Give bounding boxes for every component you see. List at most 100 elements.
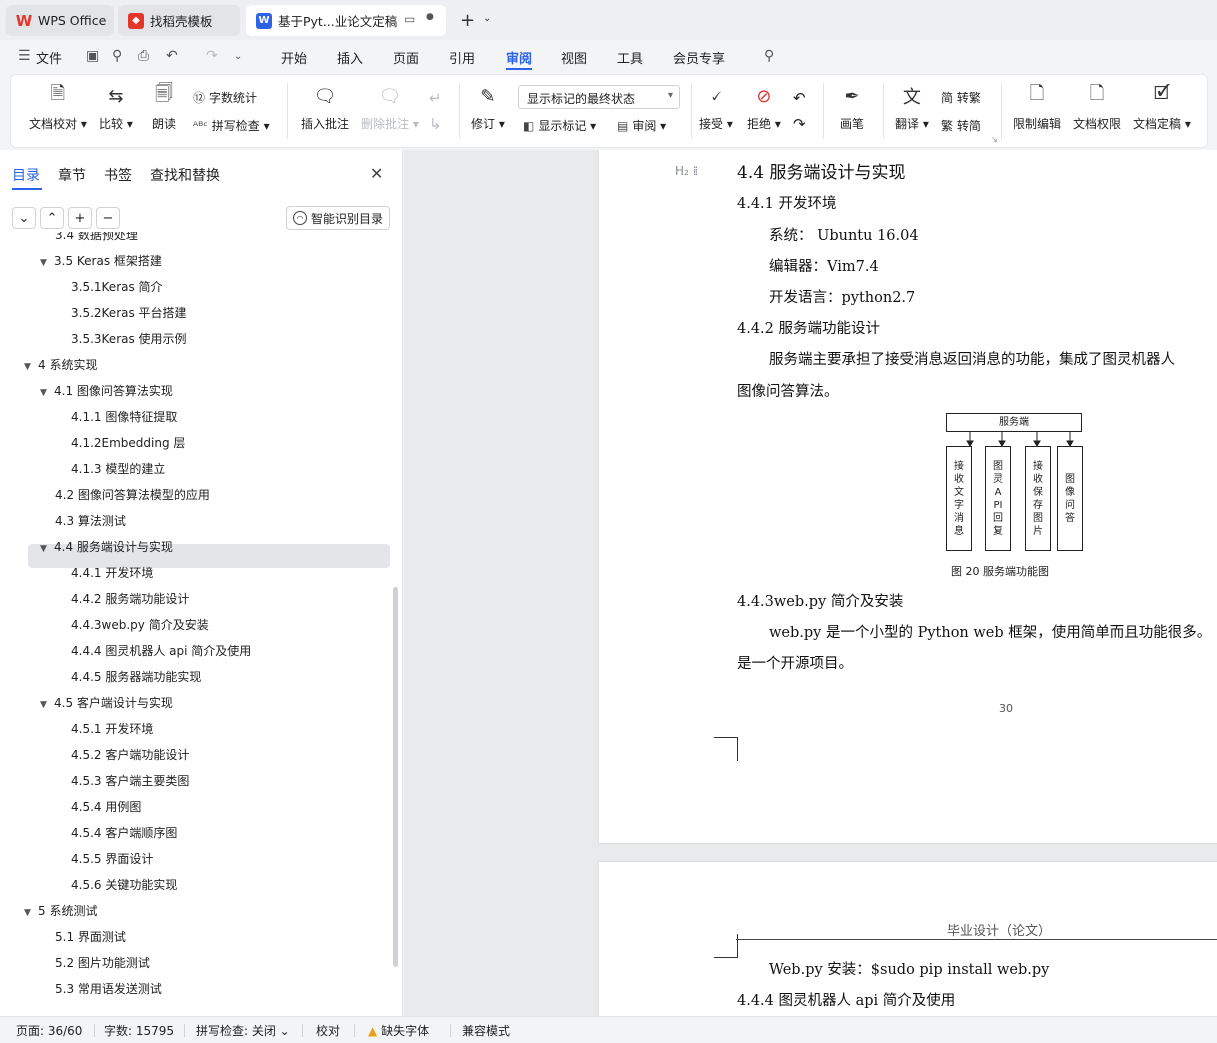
spell-check-button[interactable]: ᴬᴮᶜ 拼写检查 ▾ xyxy=(193,117,270,134)
toc-item[interactable]: 4.1.1 图像特征提取 xyxy=(71,406,177,428)
toc-item[interactable]: 3.5.3Keras 使用示例 xyxy=(71,328,187,350)
undo-icon[interactable]: ↶ xyxy=(166,48,178,64)
show-marks-button[interactable]: ◧ 显示标记 ▾ xyxy=(523,117,596,134)
delete-comment-button[interactable]: 🗨 删除批注 ▾ xyxy=(361,83,419,132)
menu-member[interactable]: 会员专享 xyxy=(673,48,725,67)
proofread-status[interactable]: 校对 xyxy=(316,1022,340,1039)
hamburger-icon[interactable]: ☰ xyxy=(18,48,31,64)
review-pane-button[interactable]: ▤ 审阅 ▾ xyxy=(617,117,666,134)
search-icon[interactable]: ⚲ xyxy=(764,48,774,64)
expand-arrow-icon[interactable]: ▼ xyxy=(40,694,54,716)
toc-item[interactable]: ▼ 4.5 客户端设计与实现 xyxy=(40,692,173,714)
tab-daoke-templates[interactable]: ◆ 找稻壳模板 xyxy=(118,5,240,36)
expand-arrow-icon[interactable]: ▼ xyxy=(40,252,54,274)
doc-permission-button[interactable]: 🗋 文档权限 xyxy=(1073,83,1121,132)
collapse-up-button[interactable]: ⌃ xyxy=(40,207,64,229)
insert-comment-button[interactable]: 🗨 插入批注 xyxy=(301,83,349,132)
toc-item[interactable]: 3.4 数据预处理 xyxy=(55,232,138,246)
menu-tools[interactable]: 工具 xyxy=(617,48,643,67)
expand-down-button[interactable]: ⌄ xyxy=(12,207,36,229)
next-change-icon[interactable]: ↷ xyxy=(793,115,806,133)
toc-item[interactable]: 4.4.1 开发环境 xyxy=(71,562,153,584)
tab-document[interactable]: W 基于Pyt...业论文定稿 ▭ ● xyxy=(246,5,446,36)
menu-reference[interactable]: 引用 xyxy=(449,48,475,67)
toc-item[interactable]: ▼ 4.4 服务端设计与实现 xyxy=(40,536,173,558)
toc-item[interactable]: 5.3 常用语发送测试 xyxy=(55,978,162,1000)
tab-dot-icon[interactable]: ● xyxy=(426,12,434,22)
restrict-edit-button[interactable]: 🗋 限制编辑 xyxy=(1013,83,1061,132)
expand-arrow-icon[interactable]: ▼ xyxy=(40,382,54,404)
toc-item[interactable]: 4.1.2Embedding 层 xyxy=(71,432,185,454)
tab-find-replace[interactable]: 查找和替换 xyxy=(150,165,220,185)
toc-item[interactable]: 4.4.3web.py 简介及安装 xyxy=(71,614,209,636)
toc-item[interactable]: ▼ 4.1 图像问答算法实现 xyxy=(40,380,173,402)
expand-arrow-icon[interactable]: ▼ xyxy=(24,902,38,924)
dialog-launcher-icon[interactable]: ↘ xyxy=(991,135,998,144)
compare-button[interactable]: ⇆ 比较 ▾ xyxy=(99,83,133,132)
share-icon[interactable]: ⚲ xyxy=(112,48,122,64)
tab-chapters[interactable]: 章节 xyxy=(58,165,86,185)
remove-heading-button[interactable]: − xyxy=(96,207,120,229)
next-comment-icon[interactable]: ↳ xyxy=(429,115,442,133)
word-counter[interactable]: 字数: 15795 xyxy=(104,1022,174,1039)
toc-item[interactable]: 4.5.4 客户端顺序图 xyxy=(71,822,177,844)
print-preview-icon[interactable]: ⎙ xyxy=(138,48,149,64)
save-icon[interactable]: ▣ xyxy=(86,48,99,64)
chevron-down-icon[interactable]: ⌄ xyxy=(483,13,491,24)
heading-level-marker[interactable]: H₂ ⁞⁞ xyxy=(675,164,698,178)
proofread-button[interactable]: 🗎 文档校对 ▾ xyxy=(29,83,87,132)
toc-item[interactable]: 3.5.1Keras 简介 xyxy=(71,276,163,298)
reject-button[interactable]: ⊘ 拒绝 ▾ xyxy=(747,83,781,132)
revise-button[interactable]: ✎ 修订 ▾ xyxy=(471,83,505,132)
document-page[interactable]: H₂ ⁞⁞ 4.4 服务端设计与实现 4.4.1 开发环境 系统： Ubuntu… xyxy=(599,150,1217,843)
spell-check-status[interactable]: 拼写检查: 关闭 ⌄ xyxy=(196,1022,290,1039)
tab-toc[interactable]: 目录 xyxy=(12,165,40,185)
menu-page[interactable]: 页面 xyxy=(393,48,419,67)
panel-scrollbar[interactable] xyxy=(393,587,398,967)
tab-wps-office[interactable]: W WPS Office xyxy=(6,5,114,36)
word-count-button[interactable]: ⑫ 字数统计 xyxy=(193,89,257,106)
expand-arrow-icon[interactable]: ▼ xyxy=(40,538,54,560)
menu-review[interactable]: 审阅 xyxy=(506,48,532,67)
prev-change-icon[interactable]: ↶ xyxy=(793,89,806,107)
toc-item[interactable]: 4.5.6 关键功能实现 xyxy=(71,874,177,896)
expand-arrow-icon[interactable]: ▼ xyxy=(24,356,38,378)
doc-finalize-button[interactable]: 🗹 文档定稿 ▾ xyxy=(1133,83,1191,132)
tab-bookmarks[interactable]: 书签 xyxy=(104,165,132,185)
toc-item[interactable]: 4.5.2 客户端功能设计 xyxy=(71,744,189,766)
add-heading-button[interactable]: + xyxy=(68,207,92,229)
toc-item[interactable]: 4.3 算法测试 xyxy=(55,510,126,532)
toc-item[interactable]: 5.2 图片功能测试 xyxy=(55,952,150,974)
toc-item[interactable]: ▼ 5 系统测试 xyxy=(24,900,97,922)
pen-button[interactable]: ✒ 画笔 xyxy=(839,83,865,132)
new-tab-icon[interactable]: + xyxy=(460,10,475,31)
toc-item[interactable]: 4.2 图像问答算法模型的应用 xyxy=(55,484,210,506)
document-page[interactable]: 毕业设计（论文） Web.py 安装：$sudo pip install web… xyxy=(599,862,1217,1016)
toc-item[interactable]: ▼ 4 系统实现 xyxy=(24,354,97,376)
chevron-down-icon[interactable]: ⌄ xyxy=(234,51,242,62)
toc-item[interactable]: 4.5.1 开发环境 xyxy=(71,718,153,740)
toc-item[interactable]: 3.5.2Keras 平台搭建 xyxy=(71,302,187,324)
redo-icon[interactable]: ↷ xyxy=(206,48,218,64)
toc-item[interactable]: 5.1 界面测试 xyxy=(55,926,126,948)
menu-view[interactable]: 视图 xyxy=(561,48,587,67)
prev-comment-icon[interactable]: ↵ xyxy=(429,89,442,107)
accept-button[interactable]: 🗸 接受 ▾ xyxy=(699,83,733,132)
menu-file[interactable]: 文件 xyxy=(36,48,62,67)
read-aloud-button[interactable]: 🗐 朗读 xyxy=(151,83,177,132)
menu-start[interactable]: 开始 xyxy=(281,48,307,67)
to-simplified-button[interactable]: 繁 转简 xyxy=(941,117,981,134)
toc-item[interactable]: 4.4.2 服务端功能设计 xyxy=(71,588,189,610)
smart-toc-button[interactable]: ◠ 智能识别目录 xyxy=(286,206,390,230)
toc-item[interactable]: ▼ 3.5 Keras 框架搭建 xyxy=(40,250,162,272)
close-icon[interactable]: ✕ xyxy=(370,164,383,183)
menu-insert[interactable]: 插入 xyxy=(337,48,363,67)
toc-item[interactable]: 4.4.5 服务器端功能实现 xyxy=(71,666,201,688)
toc-item[interactable]: 4.4.4 图灵机器人 api 简介及使用 xyxy=(71,640,251,662)
toc-item[interactable]: 4.5.3 客户端主要类图 xyxy=(71,770,189,792)
missing-font-status[interactable]: ▲ 缺失字体 xyxy=(368,1022,429,1039)
translate-button[interactable]: 文 翻译 ▾ xyxy=(895,83,929,132)
toc-item[interactable]: 4.5.4 用例图 xyxy=(71,796,141,818)
monitor-icon[interactable]: ▭ xyxy=(404,12,415,26)
display-mode-select[interactable]: 显示标记的最终状态 ▾ xyxy=(518,85,680,109)
